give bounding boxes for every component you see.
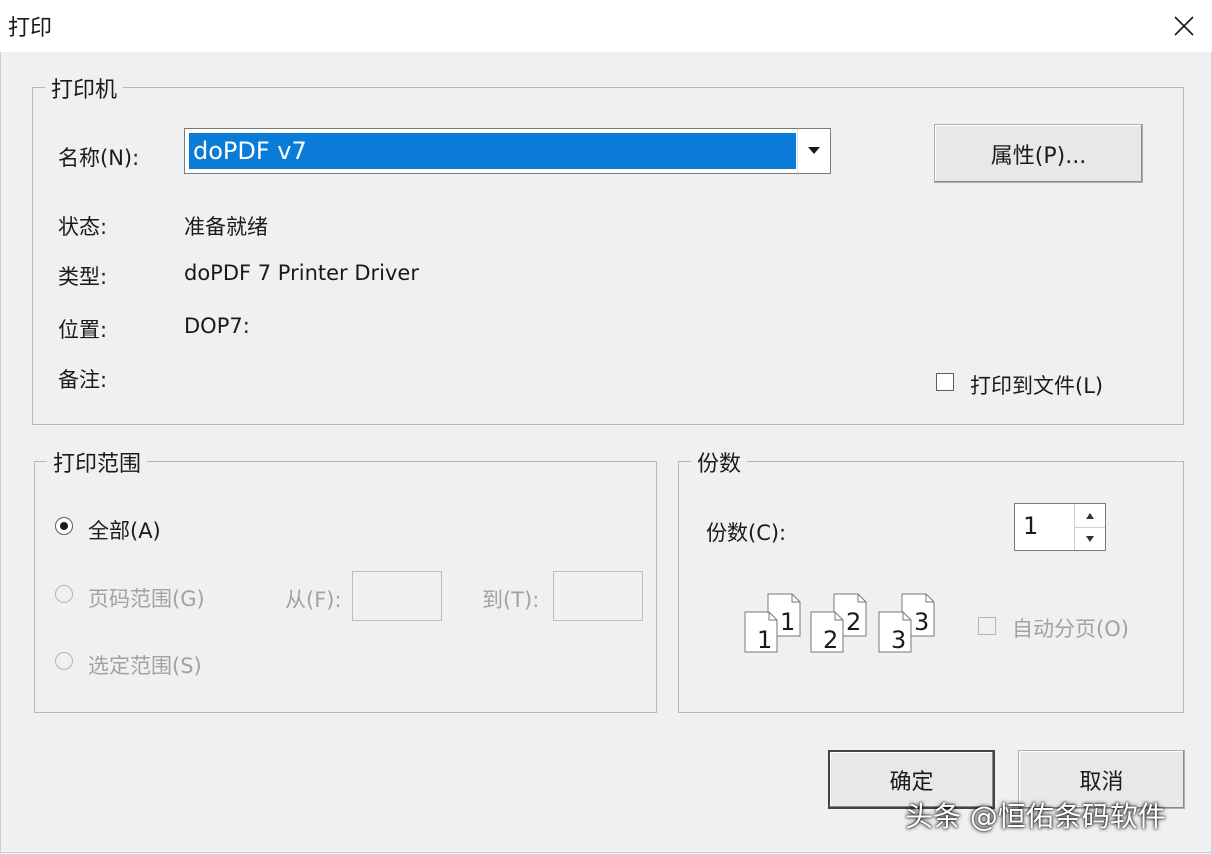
print-to-file-label[interactable]: 打印到文件(L) xyxy=(970,370,1103,400)
copies-value: 1 xyxy=(1023,512,1039,540)
range-selection-radio[interactable] xyxy=(55,652,73,670)
collate-checkbox[interactable] xyxy=(978,617,996,635)
type-value: doPDF 7 Printer Driver xyxy=(184,261,419,285)
spinner-buttons xyxy=(1074,504,1105,550)
printer-name-value: doPDF v7 xyxy=(189,133,796,169)
range-selection-label[interactable]: 选定范围(S) xyxy=(88,650,202,680)
to-label: 到(T): xyxy=(482,588,540,612)
radio-selected-dot xyxy=(60,522,68,530)
location-value: DOP7: xyxy=(184,314,250,338)
type-label: 类型: xyxy=(58,265,108,289)
spin-up-button[interactable] xyxy=(1075,504,1105,528)
collate-set-1: 1 1 xyxy=(744,593,801,654)
svg-text:1: 1 xyxy=(780,608,795,636)
copies-legend: 份数 xyxy=(691,446,748,478)
properties-button[interactable]: 属性(P)... xyxy=(934,124,1143,183)
window-title: 打印 xyxy=(8,16,53,41)
collate-pages-icon: 1 1 2 2 3 3 xyxy=(744,593,935,654)
chevron-down-icon xyxy=(808,147,820,154)
dropdown-button[interactable] xyxy=(797,129,830,173)
svg-text:2: 2 xyxy=(823,626,838,654)
range-all-label[interactable]: 全部(A) xyxy=(88,515,161,545)
from-page-input[interactable] xyxy=(352,571,442,621)
status-value: 准备就绪 xyxy=(184,215,268,239)
close-button[interactable] xyxy=(1164,6,1204,46)
collate-set-2: 2 2 xyxy=(810,593,867,654)
watermark-text: 头条 @恒佑条码软件 xyxy=(905,800,1166,833)
svg-text:1: 1 xyxy=(757,626,772,654)
print-range-legend: 打印范围 xyxy=(47,446,148,478)
to-page-input[interactable] xyxy=(553,571,643,621)
printer-name-label: 名称(N): xyxy=(58,146,140,170)
comment-label: 备注: xyxy=(58,368,108,392)
copies-label: 份数(C): xyxy=(706,521,787,545)
from-label: 从(F): xyxy=(285,588,342,612)
printer-group-legend: 打印机 xyxy=(45,72,124,104)
range-pages-radio[interactable] xyxy=(55,585,73,603)
status-label: 状态: xyxy=(58,215,108,239)
location-label: 位置: xyxy=(58,318,108,342)
close-icon xyxy=(1174,16,1194,36)
caret-up-icon xyxy=(1086,512,1094,519)
collate-label[interactable]: 自动分页(O) xyxy=(1012,613,1129,643)
printer-name-select[interactable]: doPDF v7 xyxy=(184,128,831,174)
collate-set-3: 3 3 xyxy=(878,593,935,654)
copies-group: 份数 xyxy=(678,446,1184,713)
range-all-radio[interactable] xyxy=(55,517,73,535)
spin-down-button[interactable] xyxy=(1075,527,1105,550)
svg-text:3: 3 xyxy=(914,608,929,636)
title-bar: 打印 xyxy=(0,0,1212,52)
copies-spinner[interactable]: 1 xyxy=(1014,503,1106,551)
range-pages-label[interactable]: 页码范围(G) xyxy=(88,583,205,613)
svg-text:3: 3 xyxy=(891,626,906,654)
caret-down-icon xyxy=(1086,535,1094,542)
print-to-file-checkbox[interactable] xyxy=(936,373,954,391)
svg-text:2: 2 xyxy=(846,608,861,636)
